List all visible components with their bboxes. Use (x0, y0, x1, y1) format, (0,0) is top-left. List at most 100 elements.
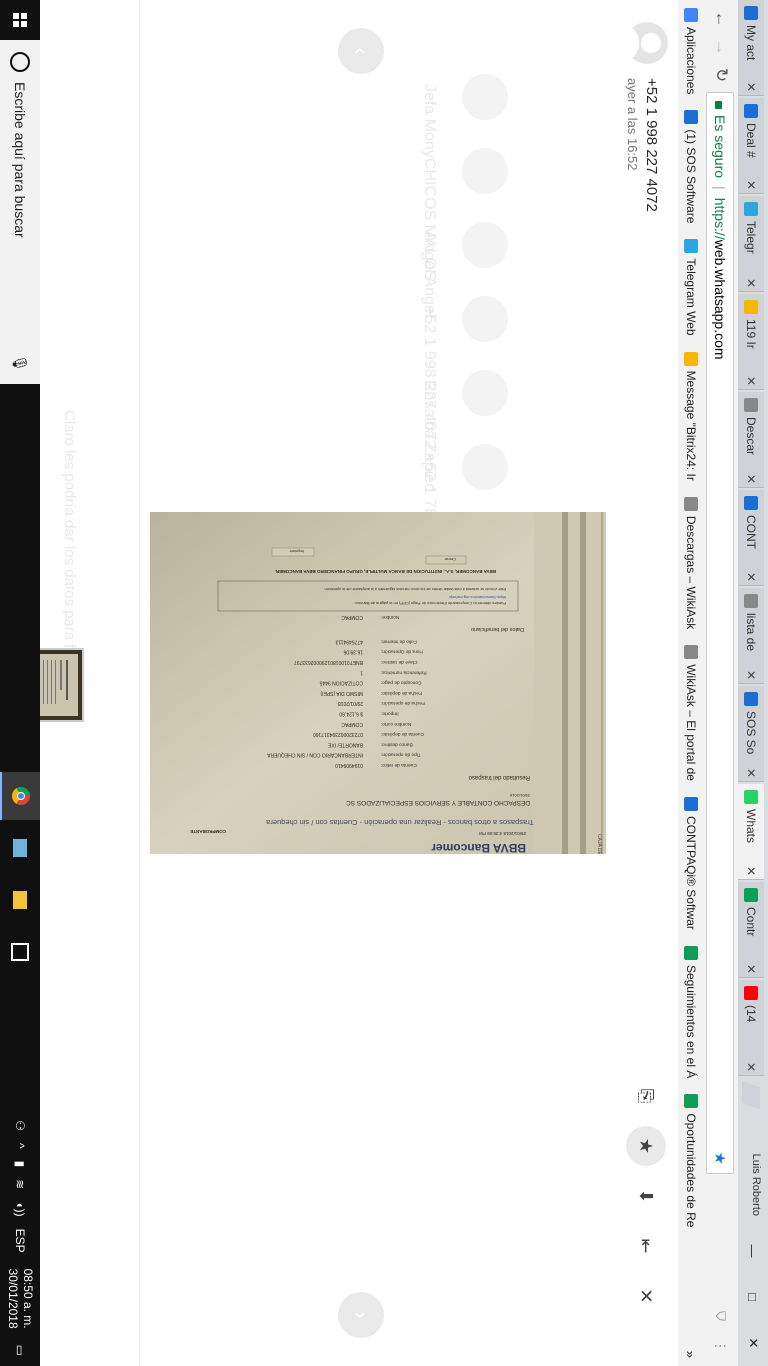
browser-tab[interactable]: Contr ✕ (738, 882, 764, 978)
notifications-icon[interactable]: ▭ (13, 1345, 27, 1356)
bookmark-label: CONTPAQi® Softwar (684, 815, 698, 930)
bookmark-item[interactable]: Aplicaciones (684, 8, 698, 94)
minimize-button[interactable]: — (738, 1228, 768, 1274)
tab-close-icon[interactable]: ✕ (744, 79, 758, 95)
receipt-row-label: Concepto de pago: (381, 680, 422, 686)
task-view-button[interactable] (0, 928, 40, 976)
language-indicator[interactable]: ESP (13, 1229, 27, 1253)
receipt-row-label: Cuenta de retiro: (381, 762, 417, 768)
receipt-row-label: Folio de internet: (381, 638, 417, 644)
ghost-avatar (462, 444, 508, 490)
forward-message-button[interactable]: ⎘ (626, 1076, 666, 1116)
receipt-row-label: Tipo de operación: (381, 752, 421, 758)
chevron-up-icon[interactable]: ^ (13, 1143, 27, 1149)
ghost-chat-title: Jefa Mony (421, 84, 438, 158)
sender-name: +52 1 998 227 4072 (643, 78, 660, 212)
bookmark-item[interactable]: Seguimientos en el Á (684, 945, 698, 1078)
volume-icon[interactable]: ◖)) (13, 1201, 27, 1216)
media-thumbnail[interactable] (40, 648, 84, 722)
tab-close-icon[interactable]: ✕ (744, 961, 758, 977)
browser-tab[interactable]: Whats ✕ (738, 784, 764, 880)
tab-title: CONT (744, 515, 758, 549)
receipt-company: DESPACHO CONTABLE Y SERVICIOS ESPECIALIZ… (346, 799, 530, 806)
tab-close-icon[interactable]: ✕ (744, 275, 758, 291)
star-message-button[interactable]: ★ (626, 1126, 666, 1166)
tab-title: Contr (744, 907, 758, 937)
download-icon: ⬇ (636, 1188, 657, 1204)
maximize-button[interactable]: □ (738, 1274, 768, 1320)
browser-tab[interactable]: (14 ✕ (738, 980, 764, 1076)
browser-tab[interactable]: CONT ✕ (738, 490, 764, 586)
tab-close-icon[interactable]: ✕ (744, 667, 758, 683)
file-explorer-button[interactable] (0, 876, 40, 924)
address-bar[interactable]: Es seguro | https://web.whatsapp.com ★ (706, 92, 734, 1174)
page-icon (744, 398, 758, 412)
tab-close-icon[interactable]: ✕ (744, 373, 758, 389)
secure-label: Es seguro (712, 115, 728, 179)
clock-date: 30/01/2018 (6, 1268, 20, 1329)
tab-close-icon[interactable]: ✕ (744, 569, 758, 585)
reload-button[interactable]: ↻ (708, 62, 734, 88)
browser-tab[interactable]: Deal # ✕ (738, 98, 764, 194)
bookmark-star-icon[interactable]: ★ (711, 1152, 729, 1165)
bookmark-item[interactable]: WikiAsk – El portal de (684, 645, 698, 781)
download-button[interactable]: ⬇ (626, 1176, 666, 1216)
browser-tab[interactable]: Telegr ✕ (738, 196, 764, 292)
people-icon[interactable]: ⚇ (13, 1120, 27, 1131)
close-window-button[interactable]: ✕ (738, 1320, 768, 1366)
bookmark-item[interactable]: Oportunidades de Re (684, 1094, 698, 1227)
screen: My act ✕ Deal # ✕ Telegr ✕ 119 Ir ✕ Descar ✕ CONT ✕… (0, 0, 768, 1366)
bookmark-label: Descargas – WikiAsk (684, 515, 698, 630)
wifi-icon[interactable]: ≋ (13, 1179, 27, 1189)
contpaqi-icon (744, 496, 758, 510)
receipt-bank: BBVA Bancomer (431, 841, 526, 854)
start-button[interactable] (0, 0, 40, 40)
page-icon (684, 645, 698, 660)
bookmark-item[interactable]: Descargas – WikiAsk (684, 496, 698, 630)
lock-icon (715, 101, 723, 109)
previous-media-button[interactable]: ‹ (338, 28, 384, 74)
notice-link: https://www.banxico.org.mx/cep/ (448, 595, 506, 600)
extension-icon[interactable]: ⛉ (710, 1306, 730, 1326)
browser-tab[interactable]: lista de ✕ (738, 588, 764, 684)
back-button[interactable]: ← (708, 6, 734, 32)
tab-close-icon[interactable]: ✕ (744, 765, 758, 781)
next-media-button[interactable]: › (338, 1292, 384, 1338)
new-tab-button[interactable] (742, 1080, 760, 1110)
bookmark-item[interactable]: (1) SOS Software (684, 110, 698, 223)
bookmarks-more-button[interactable]: » (684, 1351, 699, 1358)
remote-desktop-button[interactable] (0, 824, 40, 872)
chrome-taskbar-button[interactable] (0, 772, 40, 820)
receipt-heading: Traspasos a otros bancos - Realizar una … (265, 818, 534, 827)
receipt-date: 29/01/2018 (509, 793, 530, 798)
taskbar-search[interactable]: Escribe aquí para buscar 🎙 (0, 40, 40, 384)
bookmark-item[interactable]: Message "Bitrix24: Ir (684, 351, 698, 481)
bookmark-item[interactable]: Telegram Web (684, 239, 698, 336)
tab-close-icon[interactable]: ✕ (744, 1059, 758, 1075)
browser-tab[interactable]: 119 Ir ✕ (738, 294, 764, 390)
clock[interactable]: 08:50 a. m. 30/01/2018 (5, 1269, 35, 1329)
receipt-row-value: 0194909410 (335, 762, 363, 768)
browser-tab[interactable]: Descar ✕ (738, 392, 764, 488)
browser-tab[interactable]: My act ✕ (738, 0, 764, 96)
microphone-icon[interactable]: 🎙 (11, 354, 28, 372)
bookmark-item[interactable]: CONTPAQi® Softwar (684, 796, 698, 930)
beneficiary-value: COMPAC (341, 614, 363, 620)
profile-name[interactable]: Luis Roberto (750, 1154, 762, 1216)
tab-close-icon[interactable]: ✕ (744, 863, 758, 879)
browser-tab[interactable]: SOS So ✕ (738, 686, 764, 782)
tab-close-icon[interactable]: ✕ (744, 177, 758, 193)
menu-dots-icon[interactable]: ⋮ (710, 1336, 730, 1356)
whatsapp-icon (744, 790, 758, 804)
go-to-message-button[interactable]: ⇤ (626, 1226, 666, 1266)
receipt-row-label: Importe: (381, 711, 399, 717)
tab-close-icon[interactable]: ✕ (744, 471, 758, 487)
battery-icon[interactable]: ▮ (13, 1161, 27, 1168)
sender-time: ayer a las 16:52 (625, 78, 640, 171)
forward-button[interactable]: → (708, 34, 734, 60)
receipt-row-value: COTIZACION 9445 (319, 680, 363, 686)
omnibox-separator: | (712, 186, 728, 190)
bookmark-label: Telegram Web (684, 258, 698, 336)
secure-indicator[interactable]: Es seguro (712, 101, 728, 178)
close-viewer-button[interactable]: ✕ (626, 1276, 666, 1316)
